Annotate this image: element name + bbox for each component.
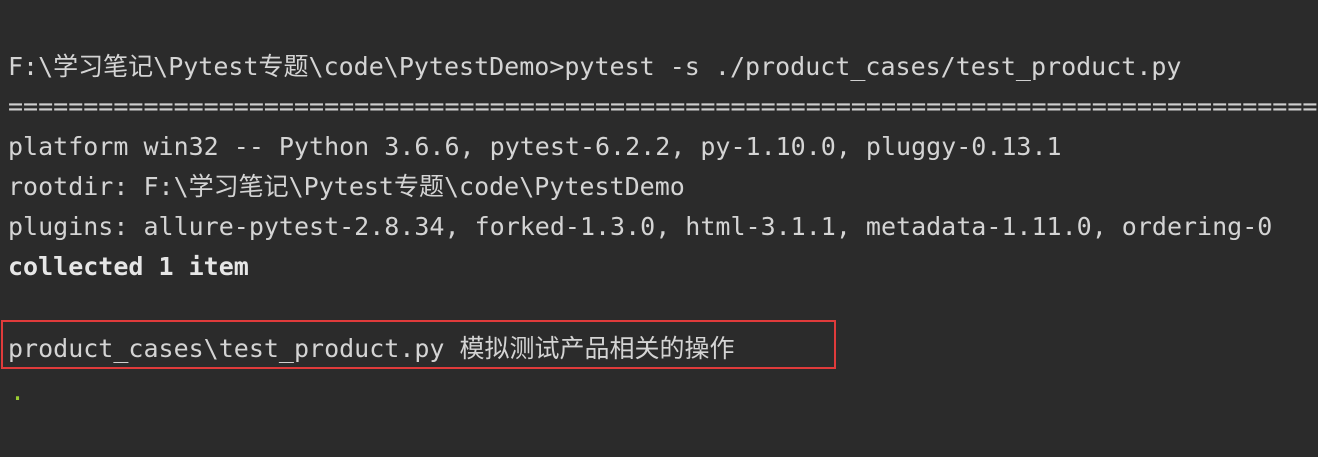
test-output-line: product_cases\test_product.py 模拟测试产品相关的操… <box>8 334 735 363</box>
terminal-window[interactable]: F:\学习笔记\Pytest专题\code\PytestDemo>pytest … <box>0 0 1318 457</box>
session-separator: ========================================… <box>8 92 1318 121</box>
collected-count: collected 1 item <box>8 252 249 281</box>
rootdir-info: rootdir: F:\学习笔记\Pytest专题\code\PytestDem… <box>8 172 685 201</box>
command-line: F:\学习笔记\Pytest专题\code\PytestDemo>pytest … <box>8 52 1182 81</box>
test-pass-dot: . <box>10 377 26 406</box>
platform-info: platform win32 -- Python 3.6.6, pytest-6… <box>8 132 1062 161</box>
plugins-info: plugins: allure-pytest-2.8.34, forked-1.… <box>8 212 1273 241</box>
